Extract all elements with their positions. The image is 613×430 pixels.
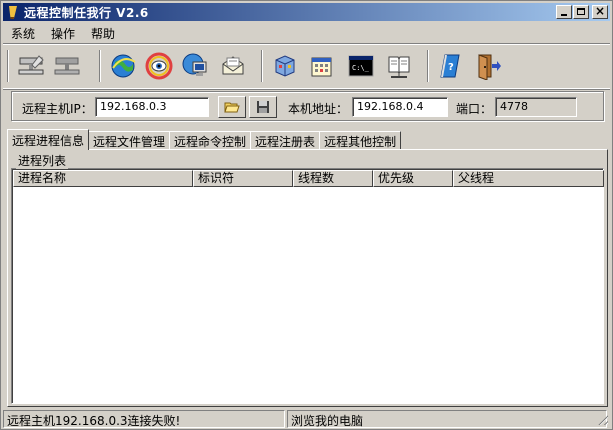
window-title: 远程控制任我行 V2.6	[24, 5, 149, 20]
column-thread-count[interactable]: 线程数	[293, 170, 373, 187]
close-button[interactable]: ×	[592, 4, 608, 19]
local-address-input[interactable]: 192.168.0.4	[352, 97, 448, 117]
menu-operation[interactable]: 操作	[43, 23, 83, 41]
open-button[interactable]	[218, 96, 246, 118]
menu-help[interactable]: 帮助	[83, 23, 123, 41]
exit-button[interactable]	[469, 49, 505, 83]
column-process-name[interactable]: 进程名称	[13, 170, 193, 187]
menu-bar: 系统 操作 帮助	[3, 23, 123, 41]
eye-icon	[145, 52, 173, 80]
calendar-button[interactable]	[303, 49, 339, 83]
tab-remote-other[interactable]: 远程其他控制	[319, 131, 402, 149]
menu-system[interactable]: 系统	[3, 23, 43, 41]
toolbar-separator	[7, 50, 9, 82]
minimize-button[interactable]	[556, 5, 572, 19]
connect-icon	[18, 55, 44, 75]
svg-text:C:\_: C:\_	[352, 64, 370, 72]
column-identifier[interactable]: 标识符	[193, 170, 293, 187]
process-tab-panel: 进程列表 进程名称 标识符 线程数 优先级 父线程	[7, 149, 608, 407]
globe-button[interactable]	[105, 49, 141, 83]
disconnect-button[interactable]	[49, 49, 85, 83]
book-network-icon	[388, 56, 410, 78]
registry-cube-icon	[275, 55, 295, 77]
local-address-label: 本机地址：	[288, 102, 349, 116]
process-list-caption: 进程列表	[16, 152, 69, 169]
connect-button[interactable]	[13, 49, 49, 83]
svg-text:?: ?	[448, 62, 454, 73]
mail-button[interactable]	[215, 49, 251, 83]
globe-icon	[111, 54, 136, 78]
toolbar-separator	[99, 50, 101, 82]
command-button[interactable]: C:\_	[343, 49, 379, 83]
column-parent-thread[interactable]: 父线程	[453, 170, 604, 187]
port-label: 端口：	[456, 102, 493, 116]
save-button[interactable]	[249, 96, 277, 118]
tab-remote-process[interactable]: 远程进程信息	[7, 129, 90, 150]
remote-ip-input[interactable]: 192.168.0.3	[95, 97, 209, 117]
close-icon: ×	[595, 4, 606, 18]
connection-group: 远程主机IP： 192.168.0.3 本机地址： 192.168.0.4 端口…	[11, 91, 604, 121]
main-window: 远程控制任我行 V2.6 × 系统 操作 帮助 C:\_ ? 远程主机IP： 1…	[0, 0, 613, 430]
status-bar: 远程主机192.168.0.3连接失败! 浏览我的电脑	[3, 409, 610, 429]
tab-remote-file[interactable]: 远程文件管理	[88, 131, 171, 149]
command-prompt-icon: C:\_	[348, 55, 374, 77]
mail-icon	[222, 56, 244, 75]
eye-button[interactable]	[141, 49, 177, 83]
minimize-icon	[561, 14, 567, 16]
port-input[interactable]: 4778	[495, 97, 577, 117]
tab-remote-command[interactable]: 远程命令控制	[169, 131, 252, 149]
toolbar: C:\_ ?	[3, 43, 610, 89]
calendar-icon	[311, 57, 332, 77]
toolbar-separator	[261, 50, 263, 82]
folder-open-icon	[224, 102, 240, 113]
column-priority[interactable]: 优先级	[373, 170, 453, 187]
disconnect-icon	[54, 57, 80, 75]
help-button[interactable]: ?	[433, 49, 469, 83]
registry-button[interactable]	[267, 49, 303, 83]
maximize-icon	[577, 8, 585, 15]
book-network-button[interactable]	[381, 49, 417, 83]
status-activity: 浏览我的电脑	[287, 410, 607, 428]
maximize-button[interactable]	[573, 5, 589, 19]
title-bar[interactable]: 远程控制任我行 V2.6 ×	[3, 3, 610, 21]
toolbar-separator	[427, 50, 429, 82]
remote-ip-label: 远程主机IP：	[22, 102, 93, 116]
process-list[interactable]: 进程名称 标识符 线程数 优先级 父线程	[11, 168, 604, 404]
tab-bar: 远程进程信息 远程文件管理 远程命令控制 远程注册表 远程其他控制	[7, 129, 402, 150]
status-connection: 远程主机192.168.0.3连接失败!	[3, 410, 285, 428]
save-disk-icon	[257, 101, 269, 113]
network-screen-icon	[182, 53, 207, 76]
exit-door-icon	[478, 54, 501, 80]
tab-remote-registry[interactable]: 远程注册表	[250, 131, 321, 149]
app-icon	[6, 5, 20, 19]
network-screen-button[interactable]	[177, 49, 213, 83]
process-list-header: 进程名称 标识符 线程数 优先级 父线程	[13, 170, 604, 187]
help-book-icon: ?	[440, 54, 460, 78]
